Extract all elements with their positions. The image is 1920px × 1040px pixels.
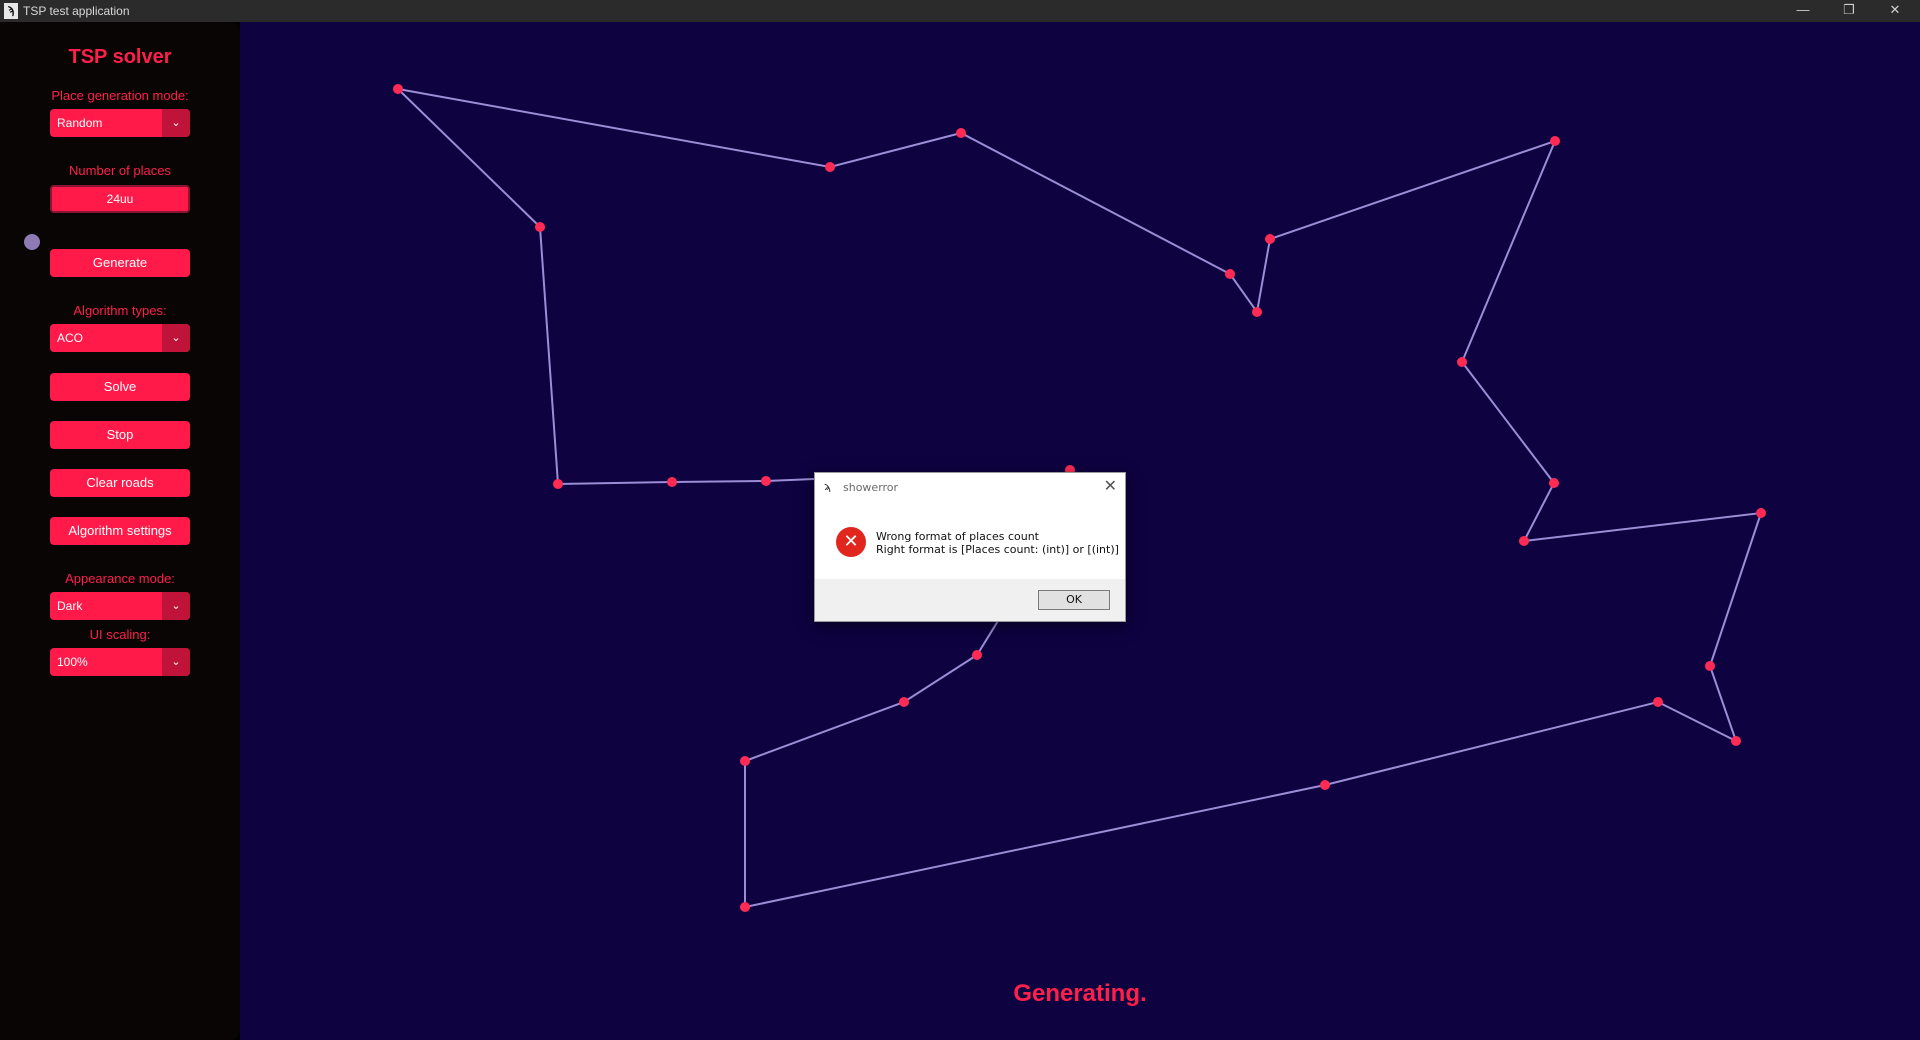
place-point: [1653, 697, 1663, 707]
place-point: [553, 479, 563, 489]
place-point: [1320, 780, 1330, 790]
error-dialog: ϡ showerror ✕ ✕ Wrong format of places c…: [814, 472, 1126, 622]
minimize-button[interactable]: —: [1780, 0, 1826, 22]
ok-button[interactable]: OK: [1038, 590, 1110, 610]
place-generation-value: Random: [57, 116, 103, 130]
place-point: [1731, 736, 1741, 746]
place-point: [899, 697, 909, 707]
window-titlebar: ϡ TSP test application — ❐ ✕: [0, 0, 1920, 22]
chevron-down-icon[interactable]: ⌄: [162, 109, 190, 137]
close-window-button[interactable]: ✕: [1872, 0, 1918, 22]
chevron-down-icon[interactable]: ⌄: [162, 648, 190, 676]
algorithm-types-select[interactable]: ACO ⌄: [50, 324, 190, 352]
number-of-places-label: Number of places: [69, 163, 171, 178]
place-point: [761, 476, 771, 486]
place-point: [972, 650, 982, 660]
appearance-mode-value: Dark: [57, 599, 83, 613]
place-point: [825, 162, 835, 172]
ui-scaling-label: UI scaling:: [89, 627, 151, 642]
restore-button[interactable]: ❐: [1826, 0, 1872, 22]
generate-button[interactable]: Generate: [50, 249, 190, 277]
number-of-places-input[interactable]: 24uu: [50, 185, 190, 213]
dialog-message-line1: Wrong format of places count: [876, 530, 1039, 543]
place-point: [1225, 269, 1235, 279]
place-point: [1756, 508, 1766, 518]
place-point: [1705, 661, 1715, 671]
stop-button[interactable]: Stop: [50, 421, 190, 449]
place-point: [1457, 357, 1467, 367]
sidebar: TSP solver Place generation mode: Random…: [0, 22, 240, 1040]
ui-scaling-select[interactable]: 100% ⌄: [50, 648, 190, 676]
appearance-mode-label: Appearance mode:: [65, 571, 175, 586]
place-generation-label: Place generation mode:: [51, 88, 189, 103]
sidebar-title: TSP solver: [68, 46, 172, 68]
close-icon[interactable]: ✕: [1104, 476, 1117, 495]
dialog-app-icon: ϡ: [824, 480, 831, 493]
place-point: [1549, 478, 1559, 488]
dialog-title: showerror: [843, 481, 899, 494]
chevron-down-icon[interactable]: ⌄: [162, 324, 190, 352]
chevron-down-icon[interactable]: ⌄: [162, 592, 190, 620]
app-icon: ϡ: [4, 3, 18, 19]
place-point: [740, 756, 750, 766]
place-point: [667, 477, 677, 487]
dialog-message-line2: Right format is [Places count: (int)] or…: [876, 543, 1119, 556]
place-point: [1519, 536, 1529, 546]
place-point: [1550, 136, 1560, 146]
slider-handle[interactable]: [24, 234, 40, 250]
place-point: [535, 222, 545, 232]
place-point: [1252, 307, 1262, 317]
clear-roads-button[interactable]: Clear roads: [50, 469, 190, 497]
status-text: Generating.: [1013, 980, 1147, 1007]
ui-scaling-value: 100%: [57, 655, 88, 669]
algorithm-types-value: ACO: [57, 331, 84, 345]
algorithm-types-label: Algorithm types:: [73, 303, 167, 318]
appearance-mode-select[interactable]: Dark ⌄: [50, 592, 190, 620]
window-title: TSP test application: [23, 4, 130, 18]
algorithm-settings-button[interactable]: Algorithm settings: [50, 517, 190, 545]
solve-button[interactable]: Solve: [50, 373, 190, 401]
place-point: [1265, 234, 1275, 244]
place-point: [956, 128, 966, 138]
error-icon: ✕: [836, 527, 866, 557]
place-point: [393, 84, 403, 94]
place-point: [740, 902, 750, 912]
dialog-footer: OK: [815, 579, 1125, 621]
place-generation-select[interactable]: Random ⌄: [50, 109, 190, 137]
